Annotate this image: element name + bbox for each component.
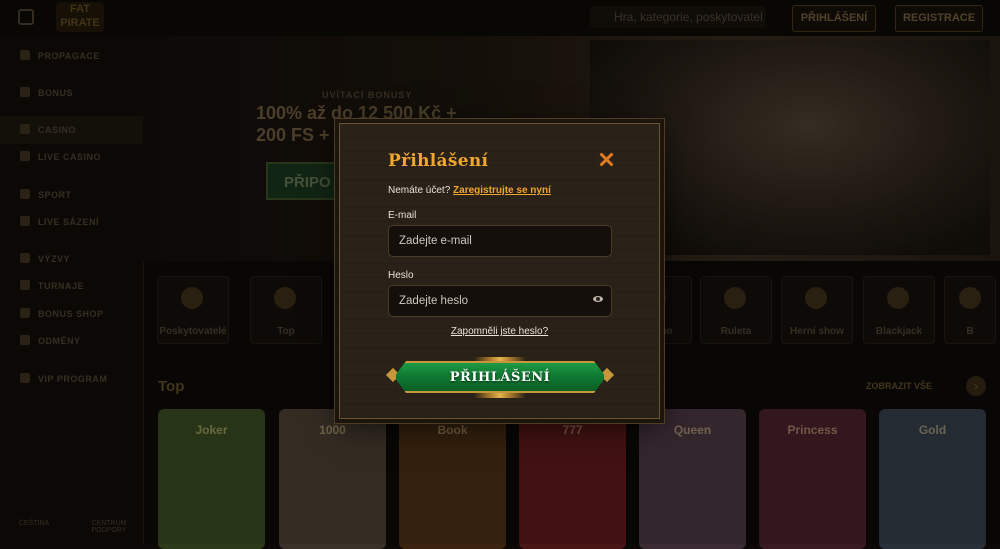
email-label: E-mail	[388, 210, 417, 221]
close-icon[interactable]	[599, 152, 613, 166]
forgot-password-link[interactable]: Zapomněli jste heslo?	[340, 326, 659, 337]
no-account-row: Nemáte účet? Zaregistrujte se nyní	[388, 185, 551, 196]
login-modal: Přihlášení Nemáte účet? Zaregistrujte se…	[339, 123, 660, 419]
register-link[interactable]: Zaregistrujte se nyní	[453, 185, 551, 196]
show-password-icon[interactable]	[593, 296, 603, 302]
login-button[interactable]: PŘIHLÁŠENÍ	[394, 361, 606, 393]
password-field[interactable]	[388, 285, 612, 317]
bottom-ornament	[474, 393, 526, 398]
no-account-text: Nemáte účet?	[388, 185, 451, 196]
email-field[interactable]	[388, 225, 612, 257]
password-label: Heslo	[388, 270, 414, 281]
login-button-wrapper: PŘIHLÁŠENÍ	[385, 357, 615, 398]
modal-title: Přihlášení	[388, 151, 489, 171]
